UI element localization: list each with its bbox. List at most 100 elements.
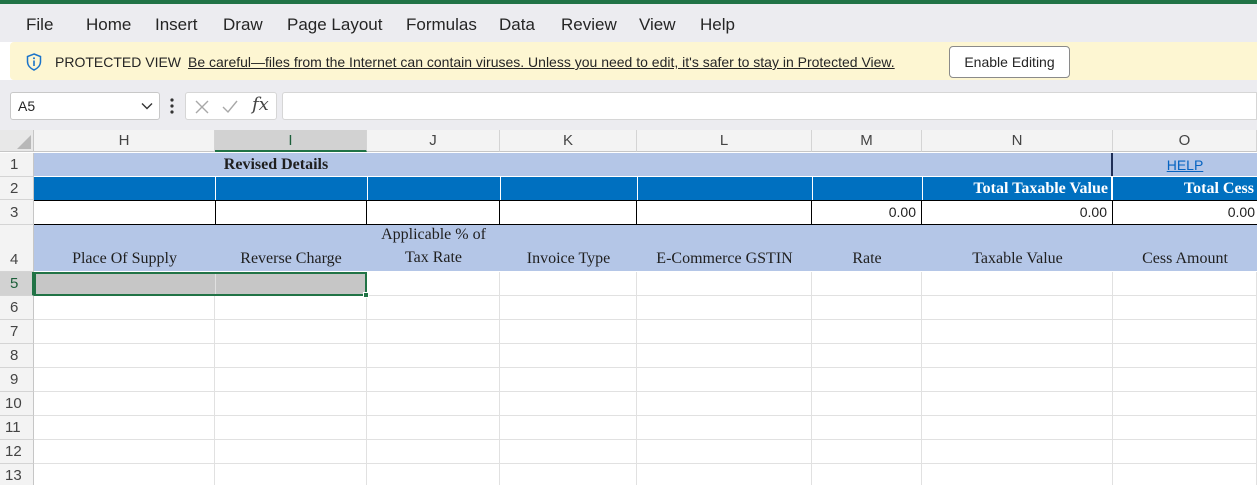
menu-help[interactable]: Help bbox=[700, 15, 735, 35]
grid-cell[interactable] bbox=[637, 416, 812, 440]
grid-cell[interactable] bbox=[637, 368, 812, 392]
select-all-corner[interactable] bbox=[0, 130, 34, 152]
row-header-10[interactable]: 10 bbox=[0, 392, 34, 416]
row-header-1[interactable]: 1 bbox=[0, 153, 34, 177]
grid-cell[interactable] bbox=[922, 440, 1113, 464]
grid-cell[interactable] bbox=[500, 296, 637, 320]
grid-cell[interactable] bbox=[34, 320, 215, 344]
grid-cell[interactable] bbox=[215, 344, 367, 368]
row-header-3[interactable]: 3 bbox=[0, 200, 34, 225]
grid-cell[interactable] bbox=[922, 320, 1113, 344]
grid-cell[interactable] bbox=[637, 320, 812, 344]
help-link[interactable]: HELP bbox=[1113, 157, 1257, 173]
column-header-o[interactable]: O bbox=[1113, 130, 1257, 152]
column-header-i[interactable]: I bbox=[215, 130, 367, 152]
fill-handle[interactable] bbox=[363, 292, 369, 298]
grid-cell[interactable] bbox=[500, 464, 637, 485]
header-rate[interactable]: Rate bbox=[812, 250, 922, 268]
cell-o3[interactable]: 0.00 bbox=[1113, 204, 1257, 220]
grid-cell[interactable] bbox=[1113, 272, 1257, 296]
header-cess-amount[interactable]: Cess Amount bbox=[1113, 250, 1257, 268]
column-header-l[interactable]: L bbox=[637, 130, 812, 152]
row-header-13[interactable]: 13 bbox=[0, 464, 34, 485]
grid-cell[interactable] bbox=[367, 416, 500, 440]
row-header-7[interactable]: 7 bbox=[0, 320, 34, 344]
header-place-of-supply[interactable]: Place Of Supply bbox=[34, 250, 215, 268]
menu-file[interactable]: File bbox=[26, 15, 53, 35]
grid-cell[interactable] bbox=[1113, 320, 1257, 344]
grid-cell[interactable] bbox=[922, 296, 1113, 320]
column-header-h[interactable]: H bbox=[34, 130, 215, 152]
grid-cell[interactable] bbox=[922, 464, 1113, 485]
cell-n3[interactable]: 0.00 bbox=[922, 204, 1111, 220]
more-options-icon[interactable] bbox=[170, 97, 174, 115]
worksheet-grid[interactable]: H I J K L M N O 1 2 3 4 5 6 7 8 9 10 11 … bbox=[0, 130, 1257, 485]
grid-cell[interactable] bbox=[34, 416, 215, 440]
name-box[interactable]: A5 bbox=[10, 92, 160, 120]
row-header-6[interactable]: 6 bbox=[0, 296, 34, 320]
grid-cell[interactable] bbox=[1113, 296, 1257, 320]
grid-cell[interactable] bbox=[367, 272, 500, 296]
grid-cell[interactable] bbox=[500, 440, 637, 464]
grid-cell[interactable] bbox=[367, 320, 500, 344]
grid-cell[interactable] bbox=[500, 368, 637, 392]
formula-input[interactable] bbox=[282, 92, 1257, 120]
grid-cell[interactable] bbox=[637, 464, 812, 485]
grid-cell[interactable] bbox=[1113, 464, 1257, 485]
header-ecommerce-gstin[interactable]: E-Commerce GSTIN bbox=[637, 250, 812, 268]
grid-cell[interactable] bbox=[500, 320, 637, 344]
grid-cell[interactable] bbox=[215, 368, 367, 392]
grid-cell[interactable] bbox=[215, 464, 367, 485]
grid-cell[interactable] bbox=[1113, 368, 1257, 392]
grid-cell[interactable] bbox=[215, 296, 367, 320]
grid-cell[interactable] bbox=[34, 344, 215, 368]
grid-cell[interactable] bbox=[812, 272, 922, 296]
grid-cell[interactable] bbox=[34, 392, 215, 416]
column-header-n[interactable]: N bbox=[922, 130, 1113, 152]
grid-cell[interactable] bbox=[215, 320, 367, 344]
grid-cell[interactable] bbox=[367, 464, 500, 485]
grid-cell[interactable] bbox=[812, 320, 922, 344]
grid-cell[interactable] bbox=[367, 344, 500, 368]
grid-cell[interactable] bbox=[922, 392, 1113, 416]
menu-formulas[interactable]: Formulas bbox=[406, 15, 477, 35]
grid-cell[interactable] bbox=[812, 392, 922, 416]
grid-cell[interactable] bbox=[500, 416, 637, 440]
grid-cell[interactable] bbox=[500, 272, 637, 296]
grid-cell[interactable] bbox=[367, 368, 500, 392]
header-applicable-percent-line2[interactable]: Tax Rate bbox=[367, 249, 500, 267]
grid-cell[interactable] bbox=[1113, 416, 1257, 440]
grid-cell[interactable] bbox=[812, 296, 922, 320]
cell-m3[interactable]: 0.00 bbox=[812, 204, 920, 220]
grid-cell[interactable] bbox=[367, 392, 500, 416]
grid-cell[interactable] bbox=[367, 440, 500, 464]
grid-cell[interactable] bbox=[500, 344, 637, 368]
grid-cell[interactable] bbox=[34, 368, 215, 392]
menu-data[interactable]: Data bbox=[499, 15, 535, 35]
enter-check-icon[interactable] bbox=[221, 99, 239, 115]
grid-cell[interactable] bbox=[637, 440, 812, 464]
grid-cell[interactable] bbox=[34, 440, 215, 464]
menu-draw[interactable]: Draw bbox=[223, 15, 263, 35]
column-header-j[interactable]: J bbox=[367, 130, 500, 152]
cancel-icon[interactable] bbox=[194, 99, 210, 115]
column-header-m[interactable]: M bbox=[812, 130, 922, 152]
menu-home[interactable]: Home bbox=[86, 15, 131, 35]
menu-page-layout[interactable]: Page Layout bbox=[287, 15, 382, 35]
grid-cell[interactable] bbox=[812, 416, 922, 440]
header-invoice-type[interactable]: Invoice Type bbox=[500, 250, 637, 268]
grid-cell[interactable] bbox=[812, 344, 922, 368]
row-header-2[interactable]: 2 bbox=[0, 177, 34, 200]
menu-view[interactable]: View bbox=[639, 15, 676, 35]
grid-cell[interactable] bbox=[34, 296, 215, 320]
chevron-down-icon[interactable] bbox=[141, 102, 153, 110]
grid-cell[interactable] bbox=[215, 416, 367, 440]
grid-cell[interactable] bbox=[637, 296, 812, 320]
insert-function-icon[interactable]: fx bbox=[252, 94, 269, 115]
grid-cell[interactable] bbox=[215, 392, 367, 416]
row-header-12[interactable]: 12 bbox=[0, 440, 34, 464]
grid-cell[interactable] bbox=[1113, 440, 1257, 464]
menu-insert[interactable]: Insert bbox=[155, 15, 198, 35]
header-applicable-percent-line1[interactable]: Applicable % of bbox=[367, 226, 500, 244]
grid-cell[interactable] bbox=[215, 440, 367, 464]
